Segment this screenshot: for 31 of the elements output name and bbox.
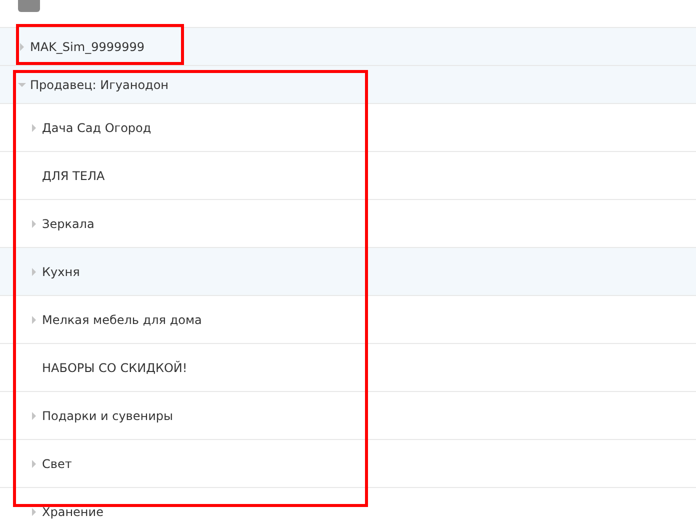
tree-item-label: Мелкая мебель для дома — [42, 312, 202, 326]
caret-icon[interactable] — [18, 80, 26, 88]
tree-row[interactable]: Мелкая мебель для дома — [0, 296, 696, 344]
tree-row[interactable]: Кухня — [0, 248, 696, 296]
tree-item-label: Свет — [42, 456, 72, 470]
tree-row[interactable]: Продавец: Игуанодон — [0, 66, 696, 104]
tree-item-label: Кухня — [42, 264, 80, 278]
caret-icon[interactable] — [30, 268, 38, 276]
tree-item-label: Зеркала — [42, 216, 94, 230]
tree-row[interactable]: Хранение — [0, 488, 696, 519]
caret-icon[interactable] — [30, 508, 38, 516]
tree-row[interactable]: Подарки и сувениры — [0, 392, 696, 440]
toolbar-button[interactable] — [18, 0, 40, 12]
tree-row[interactable]: Свет — [0, 440, 696, 488]
tree-item-label: НАБОРЫ СО СКИДКОЙ! — [42, 360, 188, 374]
caret-icon[interactable] — [30, 124, 38, 132]
tree-row[interactable]: НАБОРЫ СО СКИДКОЙ! — [0, 344, 696, 392]
caret-icon[interactable] — [30, 412, 38, 420]
tree-item-label: Подарки и сувениры — [42, 408, 173, 422]
tree-item-label: Хранение — [42, 504, 104, 518]
caret-icon[interactable] — [30, 220, 38, 228]
caret-icon[interactable] — [30, 460, 38, 468]
tree-row[interactable]: ДЛЯ ТЕЛА — [0, 152, 696, 200]
caret-icon[interactable] — [30, 316, 38, 324]
tree-row[interactable]: MAK_Sim_9999999 — [0, 28, 696, 66]
caret-icon[interactable] — [18, 42, 26, 50]
tree-item-label: ДЛЯ ТЕЛА — [42, 168, 105, 182]
tree-item-label: Продавец: Игуанодон — [30, 78, 169, 92]
tree-item-label: Дача Сад Огород — [42, 120, 152, 134]
tree-row[interactable]: Дача Сад Огород — [0, 104, 696, 152]
tree-item-label: MAK_Sim_9999999 — [30, 40, 145, 54]
